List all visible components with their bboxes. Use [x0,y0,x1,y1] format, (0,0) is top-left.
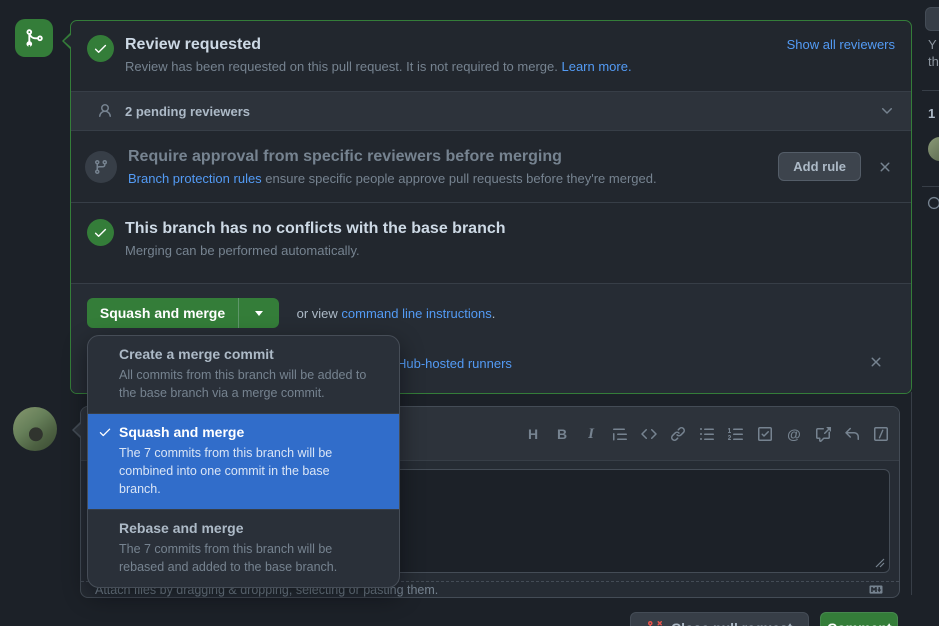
person-icon [97,103,113,119]
menu-item-rebase-and-merge[interactable]: Rebase and merge The 7 commits from this… [88,509,399,587]
or-view-text: or view command line instructions. [297,306,496,321]
unordered-list-icon[interactable] [699,424,715,444]
quote-icon[interactable] [612,424,628,444]
sidebar-divider [922,90,939,91]
sidebar-partial-icon [927,196,939,210]
sidebar-avatar-fragment[interactable] [928,137,939,161]
close-pull-request-button[interactable]: Close pull request [630,612,809,626]
pull-request-merge-page: Review requested Review has been request… [0,0,939,626]
menu-item-squash-and-merge[interactable]: Squash and merge The 7 commits from this… [88,413,399,509]
dismiss-protection-icon[interactable] [875,157,895,177]
triangle-down-icon [255,311,263,320]
learn-more-link[interactable]: Learn more. [561,59,631,74]
reply-icon[interactable] [844,424,860,444]
column-divider [911,392,912,595]
branch-protection-description: Branch protection rules ensure specific … [128,170,766,187]
merge-options-caret-button[interactable] [238,298,279,328]
chevron-down-icon[interactable] [879,103,895,119]
user-avatar[interactable] [13,407,57,451]
tasklist-icon[interactable] [757,424,773,444]
heading-icon[interactable]: H [525,424,541,444]
cross-reference-icon[interactable] [815,424,831,444]
no-conflicts-title: This branch has no conflicts with the ba… [125,219,895,239]
bold-icon[interactable]: B [554,424,570,444]
merge-method-dropdown: Create a merge commit All commits from t… [87,335,400,588]
review-requested-section: Review requested Review has been request… [71,21,911,91]
italic-icon[interactable]: I [583,424,599,444]
show-all-reviewers-link[interactable]: Show all reviewers [787,37,895,52]
no-conflicts-section: This branch has no conflicts with the ba… [71,203,911,283]
link-icon[interactable] [670,424,686,444]
sidebar-text-fragment: Y [928,37,937,52]
git-merge-icon [15,19,53,57]
sidebar-text-fragment: th [928,54,939,69]
markdown-icon[interactable] [867,583,885,596]
no-conflicts-description: Merging can be performed automatically. [125,242,895,259]
resize-gripper-icon[interactable] [875,558,885,568]
slash-command-icon[interactable] [873,424,889,444]
dismiss-runners-icon[interactable] [866,352,886,372]
pending-reviewers-row[interactable]: 2 pending reviewers [71,91,911,131]
review-requested-title: Review requested [125,35,787,55]
comment-caret [72,421,81,439]
sidebar-button-fragment[interactable] [925,7,939,31]
add-rule-button[interactable]: Add rule [778,152,861,181]
close-pull-request-label: Close pull request [671,620,792,626]
review-requested-description: Review has been requested on this pull r… [125,58,787,75]
menu-item-create-merge-commit[interactable]: Create a merge commit All commits from t… [88,336,399,413]
branch-protection-section: Require approval from specific reviewers… [71,131,911,203]
hosted-runners-link[interactable]: Hub-hosted runners [397,356,512,371]
mention-icon[interactable]: @ [786,424,802,444]
branch-protection-rules-link[interactable]: Branch protection rules [128,171,262,186]
sidebar-divider [922,186,939,187]
command-line-instructions-link[interactable]: command line instructions [341,306,491,321]
pull-request-closed-icon [647,620,663,626]
pending-reviewers-label: 2 pending reviewers [125,104,879,119]
sidebar-count-fragment: 1 [928,106,935,121]
git-branch-icon [85,151,117,183]
box-caret [62,32,71,50]
check-icon [98,425,112,439]
code-icon[interactable] [641,424,657,444]
comment-button[interactable]: Comment [820,612,898,626]
ordered-list-icon[interactable] [728,424,744,444]
check-circle-icon [87,35,114,62]
branch-protection-title: Require approval from specific reviewers… [128,147,766,167]
squash-and-merge-button[interactable]: Squash and merge [87,298,238,328]
check-circle-icon [87,219,114,246]
